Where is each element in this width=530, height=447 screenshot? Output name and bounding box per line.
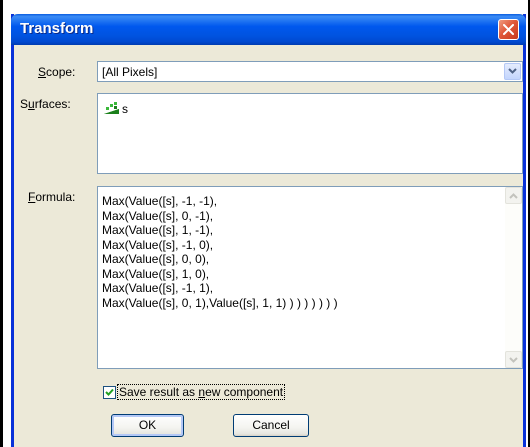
scroll-down-button[interactable] <box>505 351 522 368</box>
formula-label: Formula: <box>28 190 76 204</box>
save-result-checkbox[interactable] <box>103 386 116 399</box>
cancel-button[interactable]: Cancel <box>233 414 309 437</box>
scroll-up-button[interactable] <box>505 187 522 204</box>
transform-dialog: Transform Scope: [All Pixels] Surfaces: <box>11 14 526 447</box>
scope-select-value: [All Pixels] <box>102 65 158 79</box>
background-window-edge <box>0 0 3 447</box>
dialog-title: Transform <box>20 20 94 37</box>
close-icon <box>503 24 514 35</box>
save-result-label[interactable]: Save result as new component <box>116 384 286 400</box>
scope-label: Scope: <box>38 65 76 79</box>
scope-dropdown-button[interactable] <box>504 63 521 80</box>
formula-textarea[interactable]: Max(Value([s], -1, -1), Max(Value([s], 0… <box>97 186 523 369</box>
close-button[interactable] <box>498 19 519 40</box>
title-bar[interactable]: Transform <box>11 14 526 45</box>
scope-select[interactable]: [All Pixels] <box>97 61 523 82</box>
chevron-down-icon <box>509 357 518 363</box>
chevron-up-icon <box>509 193 518 199</box>
surfaces-list[interactable]: s <box>97 93 523 174</box>
checkmark-icon <box>105 388 114 396</box>
surface-icon <box>104 102 119 114</box>
surface-name: s <box>122 102 128 116</box>
formula-scrollbar[interactable] <box>505 187 522 368</box>
surfaces-label: Surfaces: <box>20 97 71 111</box>
chevron-down-icon <box>508 68 517 74</box>
formula-text: Max(Value([s], -1, -1), Max(Value([s], 0… <box>102 194 338 310</box>
ok-button[interactable]: OK <box>111 414 184 437</box>
